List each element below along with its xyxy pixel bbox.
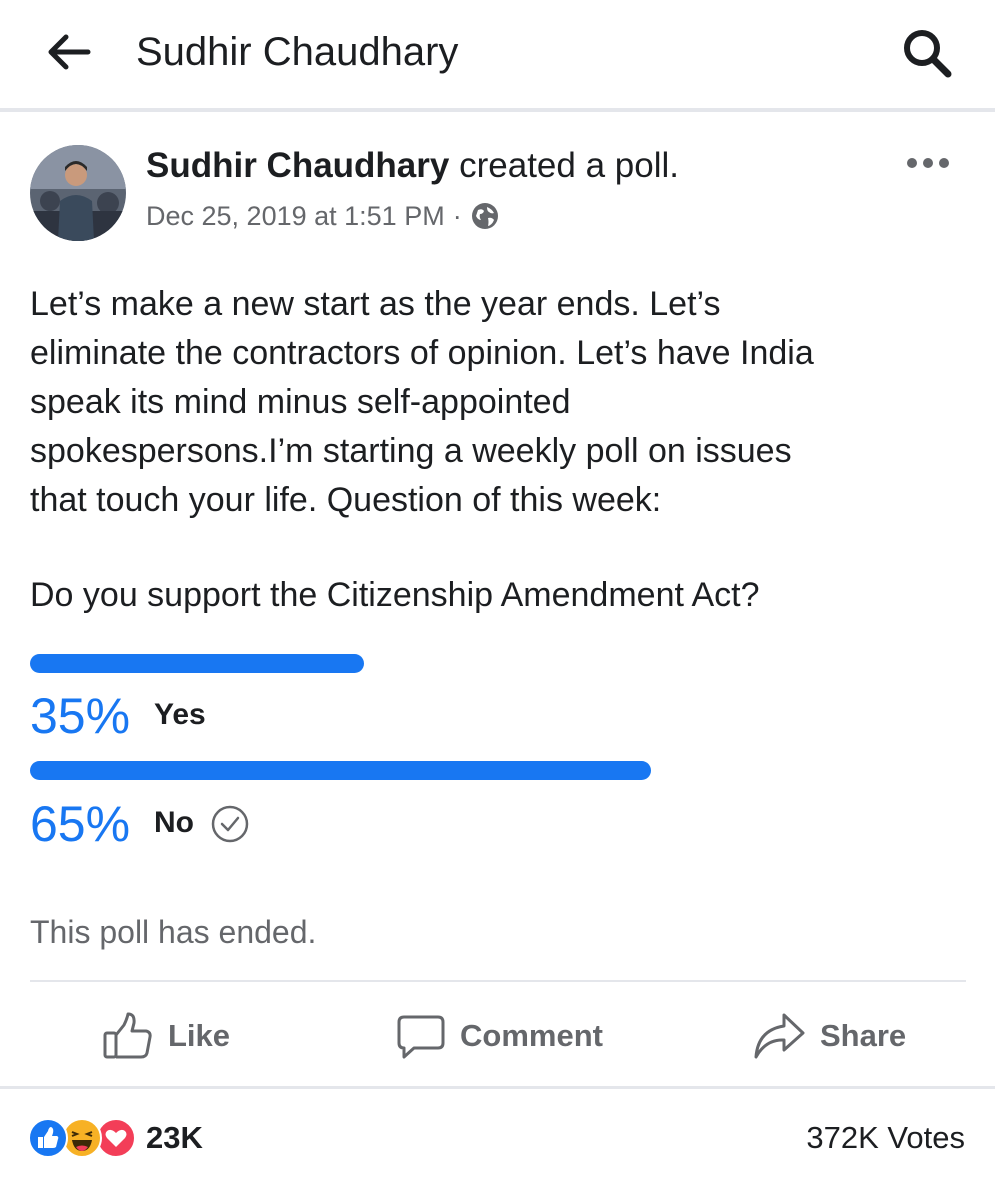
post-text-line: eliminate the contractors of opinion. Le… xyxy=(30,334,814,372)
post-action-text: created a poll. xyxy=(459,146,679,185)
poll-bar-no[interactable] xyxy=(30,761,651,780)
poll-bar-yes[interactable] xyxy=(30,654,364,673)
author-name-link[interactable]: Sudhir Chaudhary xyxy=(146,146,449,185)
top-bar: Sudhir Chaudhary xyxy=(0,0,995,108)
like-label: Like xyxy=(168,1018,231,1053)
share-label: Share xyxy=(820,1018,907,1053)
post-timestamp[interactable]: Dec 25, 2019 at 1:51 PM xyxy=(146,198,445,234)
share-button[interactable]: Share xyxy=(752,1006,906,1066)
globe-icon xyxy=(471,203,498,229)
poll-question: Do you support the Citizenship Amendment… xyxy=(30,576,760,614)
more-horizontal-icon[interactable] xyxy=(900,148,956,178)
divider xyxy=(30,980,966,982)
comment-label: Comment xyxy=(460,1018,603,1053)
vote-count[interactable]: 372K Votes xyxy=(806,1116,965,1160)
like-reaction-icon xyxy=(28,1118,68,1158)
comment-icon xyxy=(397,1015,445,1059)
thumbs-up-icon xyxy=(103,1012,152,1059)
post-meta: Dec 25, 2019 at 1:51 PM · xyxy=(146,198,500,234)
haha-reaction-icon xyxy=(62,1118,102,1158)
poll-label-yes[interactable]: Yes xyxy=(154,697,206,733)
post-text-line: Let’s make a new start as the year ends.… xyxy=(30,285,721,323)
poll-status: This poll has ended. xyxy=(30,914,317,950)
page-title: Sudhir Chaudhary xyxy=(136,30,459,74)
poll-percent-yes: 35% xyxy=(30,688,131,744)
love-reaction-icon xyxy=(96,1118,136,1158)
reaction-count: 23K xyxy=(146,1120,203,1155)
avatar-image xyxy=(30,145,126,241)
reactions-summary[interactable]: 23K xyxy=(28,1112,203,1164)
like-button[interactable]: Like xyxy=(102,1006,230,1066)
divider xyxy=(0,1086,995,1089)
avatar[interactable] xyxy=(30,145,126,241)
post-body: Let’s make a new start as the year ends.… xyxy=(30,280,960,525)
search-icon[interactable] xyxy=(898,24,956,82)
header-divider xyxy=(0,108,995,112)
meta-separator: · xyxy=(452,201,462,231)
share-arrow-icon xyxy=(754,1013,805,1059)
poll-label-no[interactable]: No xyxy=(154,805,194,841)
post-text-line: spokespersons.I’m starting a weekly poll… xyxy=(30,432,792,470)
poll-percent-no: 65% xyxy=(30,796,131,852)
post-author-line: Sudhir Chaudhary created a poll. xyxy=(146,144,679,188)
check-circle-icon xyxy=(211,805,249,843)
arrow-left-icon[interactable] xyxy=(44,30,92,74)
comment-button[interactable]: Comment xyxy=(396,1006,603,1066)
post-text-line: speak its mind minus self-appointed xyxy=(30,383,571,421)
post-text-line: that touch your life. Question of this w… xyxy=(30,481,662,519)
